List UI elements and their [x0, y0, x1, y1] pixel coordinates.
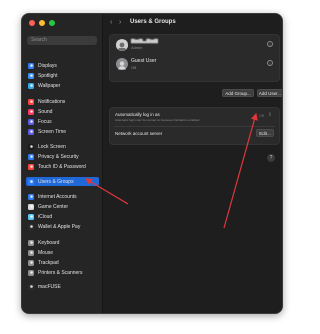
admin-user-role: Admin — [131, 45, 143, 50]
sidebar-item-label: macFUSE — [38, 283, 61, 290]
sidebar-item-label: Game Center — [38, 203, 69, 210]
guest-user-status: Off — [131, 65, 137, 70]
network-server-label: Network account server — [115, 131, 163, 136]
sidebar-app-icon — [28, 163, 34, 170]
sidebar-item-icloud[interactable]: iCloud — [26, 212, 99, 221]
users-card: ▆▅▆▃▆▅▆ Admin i Guest User Off i — [109, 34, 280, 82]
main-pane: ‹ › Users & Groups ▆▅▆▃▆▅▆ Admin i Guest… — [103, 14, 282, 313]
sidebar: Search Displays Spotlight Wallpaper Notific… — [22, 14, 103, 313]
admin-user-name-redacted: ▆▅▆▃▆▅▆ — [131, 38, 158, 44]
sidebar-app-icon — [28, 62, 34, 69]
sidebar-app-icon — [28, 118, 34, 125]
sidebar-app-icon — [28, 98, 34, 105]
autologin-label: Automatically log in as — [115, 112, 160, 117]
add-group-button[interactable]: Add Group... — [222, 89, 254, 97]
zoom-button[interactable] — [49, 20, 55, 26]
info-icon[interactable]: i — [267, 60, 273, 66]
sidebar-item-displays[interactable]: Displays — [26, 61, 99, 70]
sidebar-app-icon — [28, 108, 34, 115]
sidebar-item-trackpad[interactable]: Trackpad — [26, 258, 99, 267]
sidebar-item-label: Mouse — [38, 249, 54, 256]
sidebar-item-screen-time[interactable]: Screen Time — [26, 127, 99, 136]
sidebar-item-lock-screen[interactable]: Lock Screen — [26, 142, 99, 151]
edit-button[interactable]: Edit... — [256, 129, 274, 137]
sidebar-item-mouse[interactable]: Mouse — [26, 248, 99, 257]
minimize-button[interactable] — [39, 20, 45, 26]
sidebar-item-label: Screen Time — [38, 128, 67, 135]
sidebar-item-sound[interactable]: Sound — [26, 107, 99, 116]
login-settings-card: Automatically log in as Automatic login … — [109, 107, 280, 145]
sidebar-item-privacy-security[interactable]: Privacy & Security — [26, 152, 99, 161]
sidebar-item-label: Trackpad — [38, 259, 59, 266]
sidebar-item-label: Spotlight — [38, 72, 58, 79]
sidebar-item-touch-id-password[interactable]: Touch ID & Password — [26, 162, 99, 171]
guest-user-name: Guest User — [131, 58, 157, 64]
sidebar-item-macfuse[interactable]: macFUSE — [26, 282, 99, 291]
info-icon[interactable]: i — [267, 41, 273, 47]
sidebar-app-icon — [28, 72, 34, 79]
sidebar-app-icon — [28, 143, 34, 150]
sidebar-item-label: Touch ID & Password — [38, 163, 86, 170]
sidebar-item-internet-accounts[interactable]: Internet Accounts — [26, 192, 99, 201]
sidebar-app-icon — [28, 193, 34, 200]
sidebar-search-input[interactable]: Search — [27, 36, 97, 45]
sidebar-item-label: Wallpaper — [38, 82, 61, 89]
sidebar-app-icon — [28, 203, 34, 210]
sidebar-item-label: Lock Screen — [38, 143, 66, 150]
sidebar-item-label: iCloud — [38, 213, 53, 220]
chevron-updown-icon: ⇕ — [267, 112, 272, 118]
sidebar-app-icon — [28, 82, 34, 89]
window-controls — [29, 20, 55, 26]
sidebar-app-icon — [28, 259, 34, 266]
autologin-note: Automatic login can't be turned on becau… — [115, 118, 201, 122]
user-photo-icon — [116, 40, 128, 51]
sidebar-item-label: Internet Accounts — [38, 193, 77, 200]
sidebar-item-wallet-apple-pay[interactable]: Wallet & Apple Pay — [26, 222, 99, 231]
sidebar-app-icon — [28, 239, 34, 246]
sidebar-app-icon — [28, 269, 34, 276]
sidebar-item-label: Users & Groups — [38, 178, 74, 185]
help-button[interactable]: ? — [267, 154, 275, 162]
sidebar-item-users-groups[interactable]: Users & Groups — [26, 177, 99, 186]
guest-avatar[interactable] — [116, 58, 128, 70]
sidebar-item-label: Notifications — [38, 98, 66, 105]
sidebar-item-label: Sound — [38, 108, 53, 115]
sidebar-item-label: Displays — [38, 62, 57, 69]
sidebar-item-keyboard[interactable]: Keyboard — [26, 238, 99, 247]
settings-window: Search Displays Spotlight Wallpaper Notific… — [21, 13, 283, 314]
sidebar-item-label: Printers & Scanners — [38, 269, 83, 276]
sidebar-item-focus[interactable]: Focus — [26, 117, 99, 126]
divider — [114, 126, 275, 127]
sidebar-item-label: Wallet & Apple Pay — [38, 223, 81, 230]
sidebar-app-icon — [28, 223, 34, 230]
add-user-button[interactable]: Add User... — [257, 89, 282, 97]
sidebar-item-label: Keyboard — [38, 239, 60, 246]
sidebar-item-label: Privacy & Security — [38, 153, 79, 160]
sidebar-item-notifications[interactable]: Notifications — [26, 97, 99, 106]
sidebar-item-spotlight[interactable]: Spotlight — [26, 71, 99, 80]
avatar[interactable] — [116, 39, 128, 51]
sidebar-item-printers-scanners[interactable]: Printers & Scanners — [26, 268, 99, 277]
page-title: Users & Groups — [130, 19, 176, 25]
sidebar-app-icon — [28, 213, 34, 220]
sidebar-item-game-center[interactable]: Game Center — [26, 202, 99, 211]
sidebar-app-icon — [28, 249, 34, 256]
sidebar-app-icon — [28, 283, 34, 290]
sidebar-app-icon — [28, 153, 34, 160]
autologin-popup[interactable]: Off — [259, 113, 264, 118]
back-button[interactable]: ‹ — [110, 19, 112, 26]
forward-button[interactable]: › — [119, 19, 121, 26]
close-button[interactable] — [29, 20, 35, 26]
sidebar-item-label: Focus — [38, 118, 52, 125]
sidebar-app-icon — [28, 178, 34, 185]
sidebar-item-wallpaper[interactable]: Wallpaper — [26, 81, 99, 90]
person-icon — [118, 61, 126, 70]
sidebar-app-icon — [28, 128, 34, 135]
